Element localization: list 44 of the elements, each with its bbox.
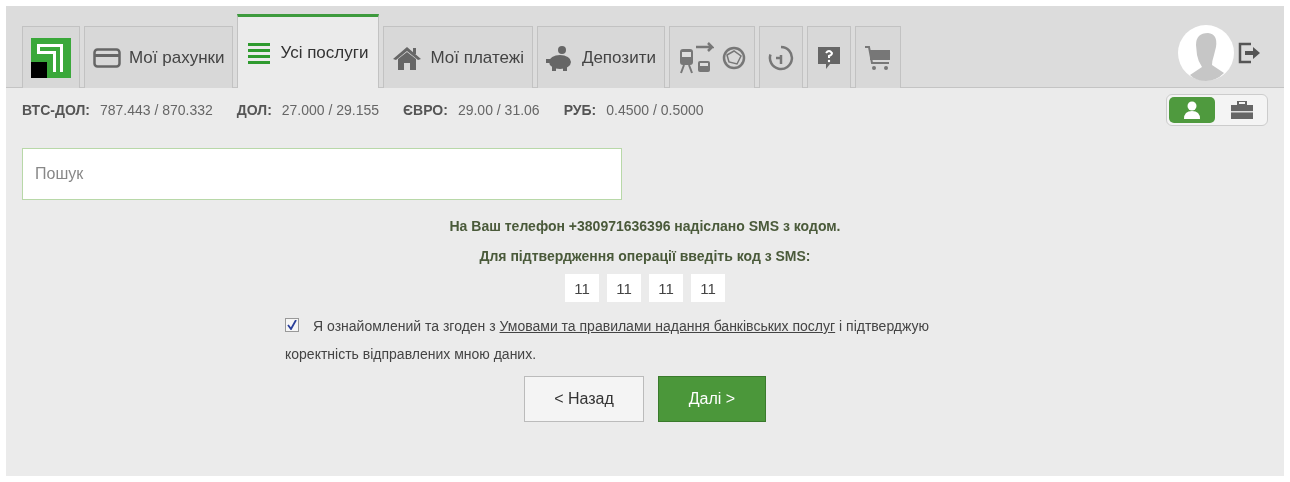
- piggy-bank-icon: [545, 44, 574, 71]
- code-field[interactable]: 11: [691, 274, 725, 302]
- agreement-text: Я ознайомлений та згоден з Умовами та правилами надання банківських послуг і підтверджую: [313, 317, 930, 336]
- nav-tab[interactable]: Мої рахунки: [84, 26, 234, 88]
- currency-label: ДОЛ:: [236, 102, 272, 118]
- help-icon: [815, 44, 842, 71]
- nav-tab[interactable]: Усі послуги: [237, 14, 380, 88]
- back-button[interactable]: < Назад: [524, 376, 644, 422]
- card-icon: [93, 47, 121, 68]
- list-icon: [248, 41, 273, 64]
- cart-icon: [863, 44, 892, 71]
- nav-tab[interactable]: [806, 26, 851, 88]
- currency-label: РУБ:: [563, 102, 597, 118]
- search-field[interactable]: Пошук: [22, 148, 622, 200]
- logo-icon: [31, 37, 71, 78]
- house-icon: [392, 44, 423, 71]
- code-field[interactable]: 11: [565, 274, 599, 302]
- code-field[interactable]: 11: [607, 274, 641, 302]
- code-field[interactable]: 11: [649, 274, 683, 302]
- currency-label: ЄВРО:: [403, 102, 448, 118]
- agreement-text: коректність відправлених мною даних.: [285, 345, 538, 364]
- exchange-rate: 787.443 / 870.332: [99, 102, 213, 118]
- agreement-checkbox[interactable]: [285, 318, 299, 332]
- logo-tab[interactable]: [22, 26, 80, 88]
- history-icon: [767, 44, 794, 71]
- person-icon: [1182, 101, 1202, 119]
- globe-icon: [721, 45, 746, 70]
- personal-account-button[interactable]: [1169, 97, 1215, 123]
- nav-tab[interactable]: Депозити: [536, 26, 665, 88]
- briefcase-icon: [1231, 101, 1253, 119]
- exchange-rate: 0.4500 / 0.5000: [606, 102, 704, 118]
- nav-tab[interactable]: [668, 26, 755, 88]
- logout-icon[interactable]: [1238, 41, 1262, 64]
- sms-message: Для підтвердження операції введіть код з SMS:: [479, 248, 811, 264]
- exchange-rate: 27.000 / 29.155: [281, 102, 380, 118]
- exchange-rate: 29.00 / 31.06: [457, 102, 540, 118]
- nav-tab[interactable]: [758, 26, 803, 88]
- next-button[interactable]: Далі >: [658, 376, 766, 422]
- currency-label: ВТС-ДОЛ:: [22, 102, 90, 118]
- transport-icon: [677, 40, 714, 75]
- sms-message: На Ваш телефон +380971636396 надіслано SMS з кодом.: [449, 218, 841, 234]
- terms-link[interactable]: Умовами та правилами надання банківських послуг: [499, 318, 836, 334]
- nav-tab[interactable]: Мої платежі: [383, 26, 533, 88]
- nav-tab[interactable]: [854, 26, 901, 88]
